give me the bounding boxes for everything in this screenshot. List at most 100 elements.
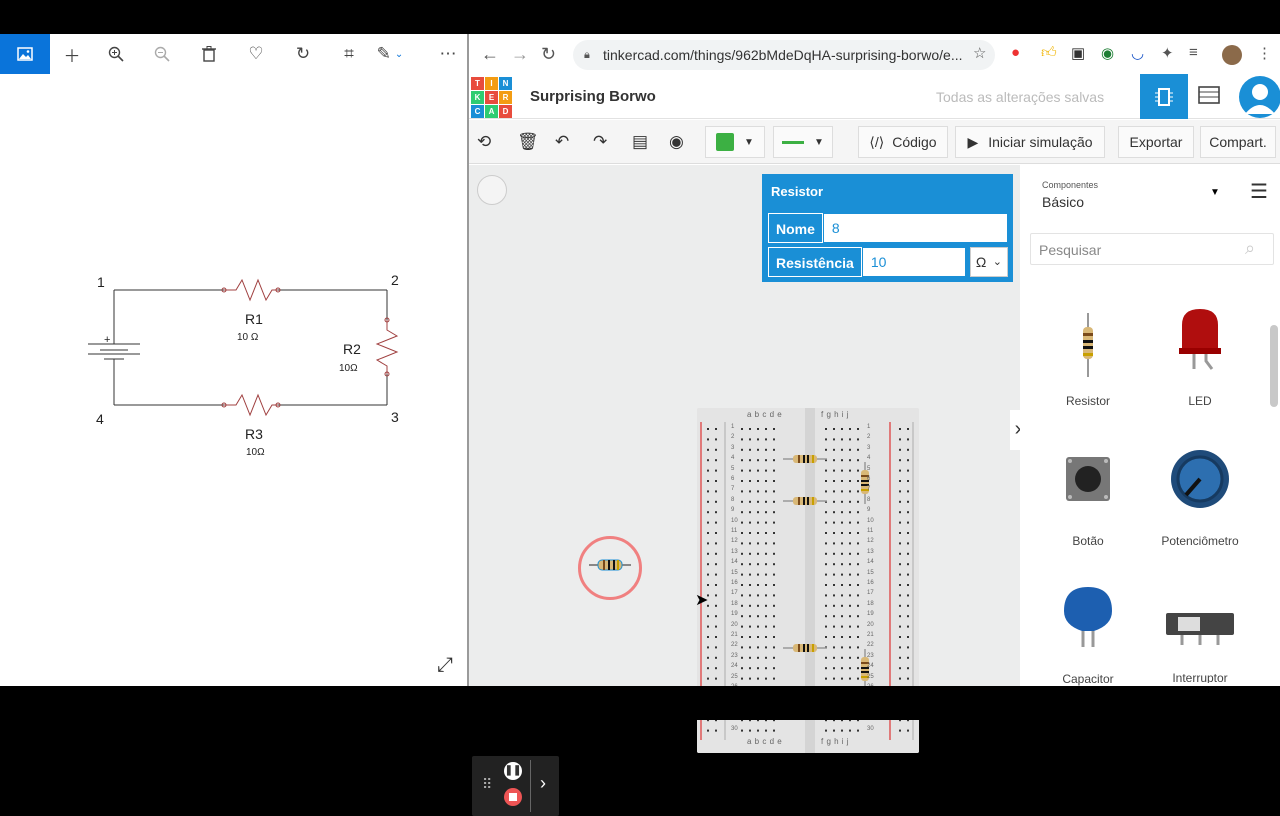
eye-icon[interactable]: ◉	[669, 132, 684, 152]
breadboard-hole[interactable]	[833, 521, 835, 524]
breadboard-hole[interactable]	[765, 667, 767, 670]
breadboard-hole[interactable]	[899, 677, 901, 680]
breadboard-hole[interactable]	[715, 532, 717, 534]
category-dropdown[interactable]: Componentes Básico ▼	[1030, 173, 1225, 215]
back-icon[interactable]: ←	[481, 44, 499, 65]
breadboard-hole[interactable]	[741, 552, 743, 555]
breadboard-hole[interactable]	[849, 521, 851, 524]
breadboard-hole[interactable]	[715, 500, 717, 503]
rotate-icon[interactable]: ⟲	[477, 132, 491, 152]
breadboard-hole[interactable]	[715, 563, 717, 566]
breadboard-hole[interactable]	[849, 469, 851, 472]
breadboard-hole[interactable]	[825, 469, 827, 472]
breadboard-hole[interactable]	[765, 594, 767, 597]
profile-avatar[interactable]	[1222, 45, 1242, 65]
breadboard-hole[interactable]	[841, 532, 843, 534]
breadboard-hole[interactable]	[741, 636, 743, 638]
breadboard-hole[interactable]	[849, 615, 851, 618]
breadboard-hole[interactable]	[749, 656, 751, 659]
breadboard-hole[interactable]	[841, 448, 843, 451]
breadboard-hole[interactable]	[857, 563, 859, 566]
breadboard-hole[interactable]	[857, 480, 859, 482]
breadboard-hole[interactable]	[825, 656, 827, 659]
breadboard-hole[interactable]	[907, 500, 909, 503]
breadboard-hole[interactable]	[841, 625, 843, 628]
breadboard-hole[interactable]	[757, 584, 759, 586]
breadboard-hole[interactable]	[907, 521, 909, 524]
breadboard-hole[interactable]	[715, 552, 717, 555]
media-icon[interactable]: ≡	[1189, 44, 1198, 61]
breadboard-hole[interactable]	[749, 604, 751, 607]
breadboard-hole[interactable]	[849, 625, 851, 628]
fit-view-icon[interactable]	[477, 175, 507, 205]
selected-resistor[interactable]	[578, 536, 642, 600]
redo-icon[interactable]: ↷	[593, 132, 607, 152]
breadboard-hole[interactable]	[707, 667, 709, 670]
breadboard-hole[interactable]	[857, 428, 859, 430]
breadboard-hole[interactable]	[707, 490, 709, 493]
breadboard-hole[interactable]	[773, 448, 775, 451]
breadboard-hole[interactable]	[749, 584, 751, 586]
breadboard-hole[interactable]	[707, 438, 709, 441]
breadboard-hole[interactable]	[857, 646, 859, 649]
breadboard-hole[interactable]	[899, 532, 901, 534]
breadboard-hole[interactable]	[825, 677, 827, 680]
breadboard-hole[interactable]	[907, 656, 909, 659]
breadboard-hole[interactable]	[765, 459, 767, 462]
breadboard-hole[interactable]	[707, 636, 709, 638]
breadboard-hole[interactable]	[757, 615, 759, 618]
breadboard-hole[interactable]	[907, 729, 909, 732]
breadboard-hole[interactable]	[857, 448, 859, 451]
breadboard-hole[interactable]	[833, 646, 835, 649]
breadboard-hole[interactable]	[841, 563, 843, 566]
breadboard-hole[interactable]	[907, 511, 909, 514]
breadboard-hole[interactable]	[749, 729, 751, 732]
breadboard-hole[interactable]	[841, 500, 843, 503]
circuit-view-button[interactable]	[1140, 74, 1188, 119]
breadboard-hole[interactable]	[841, 469, 843, 472]
resistance-field[interactable]: 10	[861, 247, 966, 277]
breadboard-hole[interactable]	[907, 563, 909, 566]
breadboard-hole[interactable]	[849, 584, 851, 586]
breadboard-hole[interactable]	[707, 428, 709, 430]
breadboard-hole[interactable]	[765, 584, 767, 586]
reload-icon[interactable]: ↻	[541, 44, 556, 65]
breadboard-hole[interactable]	[825, 584, 827, 586]
breadboard-hole[interactable]	[757, 646, 759, 649]
breadboard-hole[interactable]	[715, 490, 717, 493]
breadboard-hole[interactable]	[707, 532, 709, 534]
breadboard-hole[interactable]	[833, 428, 835, 430]
breadboard-hole[interactable]	[773, 729, 775, 732]
breadboard-hole[interactable]	[707, 552, 709, 555]
breadboard-hole[interactable]	[707, 521, 709, 524]
breadboard-hole[interactable]	[707, 469, 709, 472]
breadboard-hole[interactable]	[857, 459, 859, 462]
breadboard-hole[interactable]	[907, 542, 909, 545]
breadboard-hole[interactable]	[765, 625, 767, 628]
breadboard-hole[interactable]	[765, 521, 767, 524]
breadboard-hole[interactable]	[849, 480, 851, 482]
breadboard-hole[interactable]	[841, 428, 843, 430]
breadboard-hole[interactable]	[849, 552, 851, 555]
breadboard-hole[interactable]	[707, 729, 709, 732]
breadboard-hole[interactable]	[841, 459, 843, 462]
breadboard-hole[interactable]	[833, 542, 835, 545]
breadboard-hole[interactable]	[715, 656, 717, 659]
breadboard-hole[interactable]	[707, 573, 709, 576]
breadboard-hole[interactable]	[757, 500, 759, 503]
breadboard-hole[interactable]	[857, 584, 859, 586]
breadboard-hole[interactable]	[899, 428, 901, 430]
breadboard-hole[interactable]	[773, 573, 775, 576]
breadboard-hole[interactable]	[841, 521, 843, 524]
cast-icon[interactable]: ▣	[1071, 44, 1085, 62]
breadboard-hole[interactable]	[899, 448, 901, 451]
breadboard-hole[interactable]	[841, 552, 843, 555]
breadboard-hole[interactable]	[749, 677, 751, 680]
search-box[interactable]: Pesquisar ⌕	[1030, 233, 1274, 265]
breadboard-hole[interactable]	[715, 448, 717, 451]
breadboard-hole[interactable]	[749, 459, 751, 462]
breadboard-hole[interactable]	[749, 448, 751, 451]
breadboard-hole[interactable]	[765, 636, 767, 638]
breadboard-hole[interactable]	[841, 646, 843, 649]
breadboard-hole[interactable]	[707, 542, 709, 545]
